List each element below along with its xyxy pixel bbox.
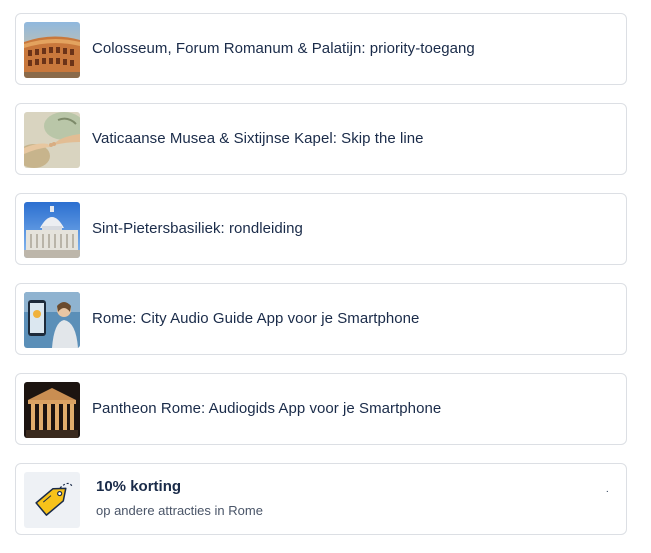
pantheon-thumbnail <box>24 382 80 438</box>
activity-card-vatican-museums[interactable]: Vaticaanse Musea & Sixtijnse Kapel: Skip… <box>15 103 627 175</box>
activity-title[interactable]: Sint-Pietersbasiliek: rondleiding <box>92 194 303 264</box>
activity-title[interactable]: Colosseum, Forum Romanum & Palatijn: pri… <box>92 14 475 84</box>
activity-card-pantheon[interactable]: Pantheon Rome: Audiogids App voor je Sma… <box>15 373 627 445</box>
promo-thumbnail <box>24 472 80 528</box>
activity-title[interactable]: Rome: City Audio Guide App voor je Smart… <box>92 284 419 354</box>
st-peters-basilica-thumbnail <box>24 202 80 258</box>
discount-promo-card[interactable]: 10% korting op andere attracties in Rome… <box>15 463 627 535</box>
promo-marker: · <box>605 486 609 497</box>
activity-title[interactable]: Vaticaanse Musea & Sixtijnse Kapel: Skip… <box>92 104 424 174</box>
promo-title: 10% korting <box>96 478 182 495</box>
activity-card-city-audio-guide[interactable]: Rome: City Audio Guide App voor je Smart… <box>15 283 627 355</box>
promo-subtitle: op andere attracties in Rome <box>96 503 263 518</box>
activity-title[interactable]: Pantheon Rome: Audiogids App voor je Sma… <box>92 374 441 444</box>
creation-of-adam-thumbnail <box>24 112 80 168</box>
price-tag-icon <box>35 482 73 516</box>
audio-guide-app-thumbnail <box>24 292 80 348</box>
activity-card-st-peters-basilica[interactable]: Sint-Pietersbasiliek: rondleiding <box>15 193 627 265</box>
colosseum-thumbnail <box>24 22 80 78</box>
activity-card-colosseum[interactable]: Colosseum, Forum Romanum & Palatijn: pri… <box>15 13 627 85</box>
